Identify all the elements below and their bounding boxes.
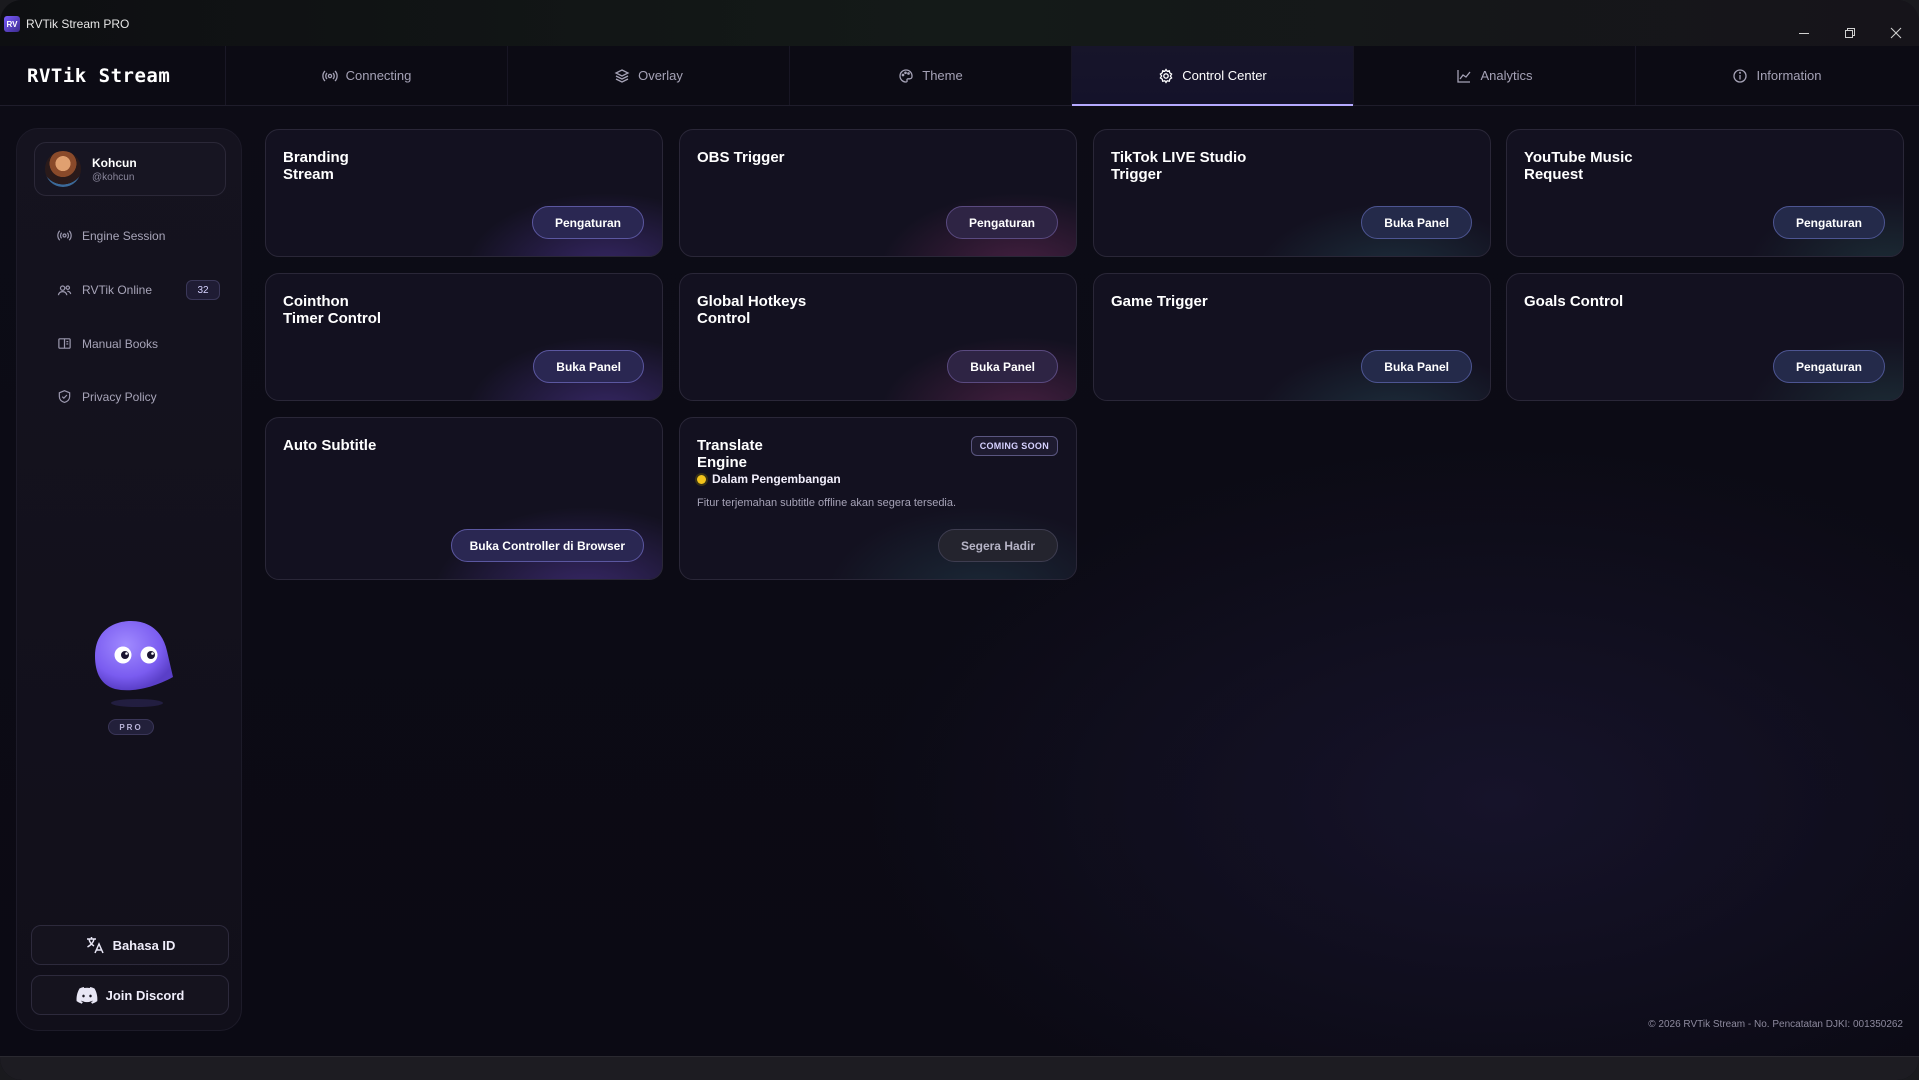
coming-soon-badge: COMING SOON: [970, 436, 1058, 456]
profile-handle: @kohcun: [92, 171, 135, 183]
app-icon: RV: [4, 16, 20, 32]
tab-overlay[interactable]: Overlay: [508, 46, 790, 105]
cointhon-open-panel-button[interactable]: Buka Panel: [533, 350, 644, 383]
card-game-trigger: Game Trigger Buka Panel: [1093, 273, 1491, 401]
profile-card[interactable]: Kohcun @kohcun: [34, 142, 226, 196]
tab-label: Connecting: [345, 68, 412, 83]
card-goals-control: Goals Control Pengaturan: [1506, 273, 1904, 401]
coming-soon-button[interactable]: Segera Hadir: [937, 529, 1058, 562]
card-title: Translate Engine: [697, 437, 763, 471]
tab-analytics[interactable]: Analytics: [1354, 46, 1636, 105]
info-icon: [1733, 68, 1748, 83]
card-auto-subtitle: Auto Subtitle Buka Controller di Browser: [265, 417, 663, 580]
card-tiktok-live-studio: TikTok LIVE Studio Trigger Buka Panel: [1093, 129, 1491, 257]
status-dot: [697, 474, 706, 484]
sidebar-item-engine-session[interactable]: Engine Session: [57, 228, 165, 243]
tiktok-open-panel-button[interactable]: Buka Panel: [1361, 206, 1472, 239]
card-branding-stream: Branding Stream Pengaturan: [265, 129, 663, 257]
close-icon: [1890, 27, 1902, 39]
sidebar: Kohcun @kohcun Engine Session RVTik Onli…: [16, 128, 242, 1031]
card-obs-trigger: OBS Trigger Pengaturan: [679, 129, 1077, 257]
pro-tag: PRO: [108, 719, 154, 735]
card-cointhon-timer: Cointhon Timer Control Buka Panel: [265, 273, 663, 401]
footer-copyright: © 2026 RVTik Stream - No. Pencatatan DJK…: [1648, 1019, 1903, 1030]
title-bar: RV RVTik Stream PRO: [0, 0, 1919, 46]
users-icon: [57, 284, 72, 295]
goals-settings-button[interactable]: Pengaturan: [1772, 350, 1885, 383]
bottom-strip: [0, 1056, 1919, 1080]
branding-settings-button[interactable]: Pengaturan: [531, 206, 644, 239]
sidebar-item-privacy-policy[interactable]: Privacy Policy: [57, 389, 157, 404]
open-controller-browser-button[interactable]: Buka Controller di Browser: [450, 529, 644, 562]
brand-logo: RVTik Stream: [0, 46, 226, 105]
tab-information[interactable]: Information: [1636, 46, 1918, 105]
mascot-ghost: [95, 621, 173, 707]
card-title: Cointhon Timer Control: [283, 293, 382, 327]
restore-icon: [1845, 28, 1855, 38]
tab-connecting[interactable]: Connecting: [226, 46, 508, 105]
translate-icon: [86, 937, 104, 954]
tab-theme[interactable]: Theme: [790, 46, 1072, 105]
broadcast-icon: [57, 230, 72, 241]
tab-label: Control Center: [1182, 68, 1267, 83]
card-title: TikTok LIVE Studio Trigger: [1111, 149, 1247, 183]
tab-label: Information: [1756, 68, 1822, 83]
status-text: Dalam Pengembangan: [712, 472, 841, 486]
youtube-settings-button[interactable]: Pengaturan: [1772, 206, 1885, 239]
profile-name: Kohcun: [92, 155, 137, 170]
language-button[interactable]: Bahasa ID: [31, 925, 229, 965]
top-navigation: RVTik Stream Connecting Overlay Theme Co…: [0, 46, 1919, 106]
card-title: Goals Control: [1524, 293, 1624, 310]
broadcast-icon: [321, 70, 338, 81]
discord-icon: [76, 987, 98, 1004]
card-title: YouTube Music Request: [1524, 149, 1633, 183]
chart-icon: [1457, 69, 1471, 83]
language-button-label: Bahasa ID: [112, 937, 176, 953]
minimize-icon: [1799, 33, 1809, 34]
hotkeys-open-panel-button[interactable]: Buka Panel: [947, 350, 1058, 383]
card-title: OBS Trigger: [697, 149, 785, 166]
discord-button[interactable]: Join Discord: [31, 975, 229, 1015]
card-title: Branding Stream: [283, 149, 349, 183]
sidebar-item-manual-books[interactable]: Manual Books: [57, 336, 158, 351]
card-description: Fitur terjemahan subtitle offline akan s…: [697, 497, 957, 509]
palette-icon: [899, 68, 913, 83]
sidebar-item-label: Engine Session: [82, 228, 166, 243]
card-title: Game Trigger: [1111, 293, 1208, 310]
card-title: Auto Subtitle: [283, 437, 377, 454]
card-translate-engine: Translate Engine COMING SOON Dalam Penge…: [679, 417, 1077, 580]
obs-settings-button[interactable]: Pengaturan: [945, 206, 1058, 239]
sidebar-item-label: RVTik Online: [82, 283, 153, 297]
book-icon: [58, 338, 71, 349]
game-trigger-open-panel-button[interactable]: Buka Panel: [1361, 350, 1472, 383]
window-title: RVTik Stream PRO: [26, 17, 130, 31]
shield-icon: [58, 390, 71, 404]
online-count-badge: 32: [186, 280, 221, 300]
card-youtube-music: YouTube Music Request Pengaturan: [1506, 129, 1904, 257]
tab-label: Theme: [922, 68, 963, 83]
layers-icon: [614, 68, 630, 83]
discord-button-label: Join Discord: [105, 987, 185, 1003]
card-global-hotkeys: Global Hotkeys Control Buka Panel: [679, 273, 1077, 401]
app-window: RV RVTik Stream PRO RVTik Stream Connect…: [0, 0, 1919, 1080]
tab-label: Overlay: [638, 68, 683, 83]
card-title: Global Hotkeys Control: [697, 293, 807, 327]
tab-control-center[interactable]: Control Center: [1072, 46, 1354, 106]
sidebar-item-label: Privacy Policy: [82, 389, 157, 404]
sidebar-item-rvtik-online[interactable]: RVTik Online 32: [57, 280, 221, 300]
sidebar-item-label: Manual Books: [82, 336, 159, 351]
gear-icon: [1159, 67, 1173, 84]
tab-label: Analytics: [1480, 68, 1533, 83]
development-status: Dalam Pengembangan: [697, 472, 841, 486]
avatar: [45, 151, 81, 187]
